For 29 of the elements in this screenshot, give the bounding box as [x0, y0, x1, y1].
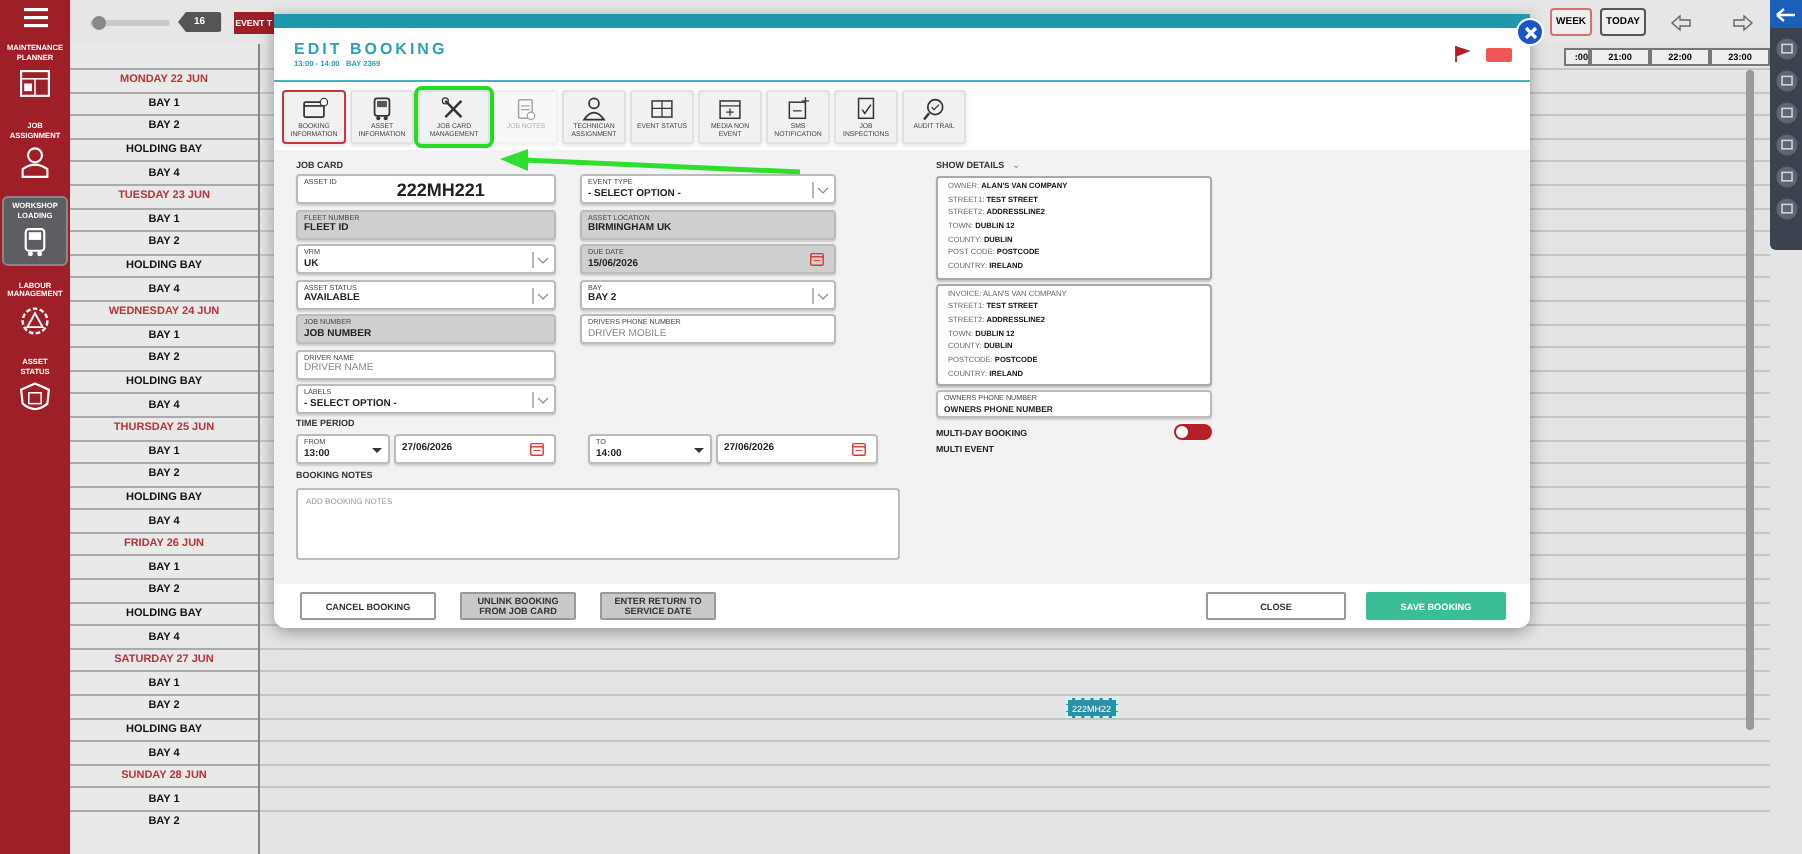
- planner-board-icon: [18, 67, 52, 102]
- menu-icon[interactable]: [23, 8, 47, 28]
- chevron-down-icon: [532, 287, 550, 303]
- close-button[interactable]: [1516, 18, 1544, 46]
- chevron-down-icon: [532, 252, 550, 268]
- forward-arrow-icon[interactable]: [1732, 13, 1754, 31]
- chevron-down-icon: [812, 182, 830, 198]
- worker-icon: [18, 145, 52, 180]
- board-icon: [648, 96, 676, 122]
- flag-icon[interactable]: [1454, 46, 1470, 62]
- scrollbar-thumb[interactable]: [1746, 70, 1754, 730]
- clipboard-icon: [512, 96, 540, 122]
- color-swatch[interactable]: [1486, 47, 1512, 61]
- back-arrow-icon: [1776, 7, 1796, 21]
- calendar-plus-icon: [716, 96, 744, 122]
- person-icon: [580, 96, 608, 122]
- dialog-title: EDIT BOOKING: [294, 40, 448, 58]
- back-button[interactable]: [1770, 0, 1802, 28]
- tools-icon: [440, 96, 468, 122]
- toggle-switch[interactable]: [1174, 424, 1212, 441]
- close-icon: [1523, 25, 1537, 39]
- back-arrow-icon[interactable]: [1670, 13, 1692, 31]
- chevron-down-icon: [532, 392, 550, 408]
- chevron-down-icon: [812, 287, 830, 303]
- document-check-icon: [852, 96, 880, 122]
- warning-gear-icon: [18, 304, 52, 339]
- document-plus-icon: [784, 96, 812, 122]
- slider-thumb[interactable]: [92, 15, 106, 29]
- search-icon: [920, 96, 948, 122]
